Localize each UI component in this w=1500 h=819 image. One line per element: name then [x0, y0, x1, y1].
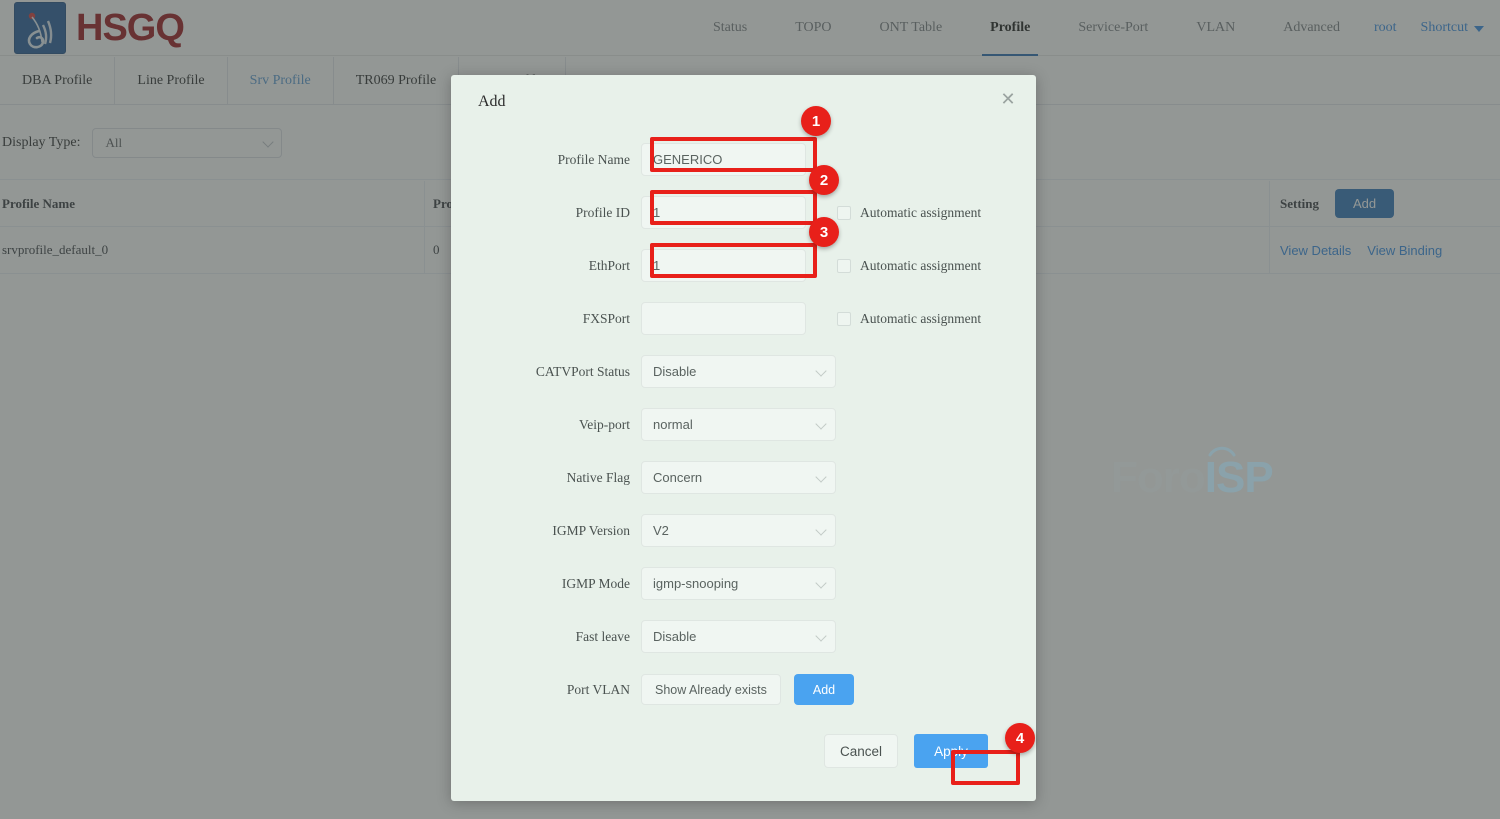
field-row-profile-id: Profile ID 1 Automatic assignment — [451, 186, 1036, 239]
label-fast-leave: Fast leave — [575, 628, 630, 644]
fxsport-input[interactable] — [641, 302, 806, 335]
ethport-input[interactable]: 1 — [641, 249, 806, 282]
port-vlan-add-button[interactable]: Add — [793, 674, 855, 705]
chevron-down-icon — [815, 577, 827, 589]
profile-id-input[interactable]: 1 — [641, 196, 806, 229]
label-igmp-mode: IGMP Mode — [561, 575, 630, 591]
checkbox-label: Automatic assignment — [860, 310, 982, 326]
field-row-veip-port: Veip-port normal — [451, 398, 1036, 451]
field-row-ethport: EthPort 1 Automatic assignment — [451, 239, 1036, 292]
label-fxsport: FXSPort — [582, 310, 630, 326]
igmp-version-value: V2 — [653, 523, 669, 538]
field-row-native-flag: Native Flag Concern — [451, 451, 1036, 504]
native-flag-value: Concern — [653, 470, 703, 485]
native-flag-select[interactable]: Concern — [641, 461, 836, 494]
field-row-fast-leave: Fast leave Disable — [451, 610, 1036, 663]
catvport-status-value: Disable — [653, 364, 697, 379]
chevron-down-icon — [815, 418, 827, 430]
catvport-status-select[interactable]: Disable — [641, 355, 836, 388]
checkbox-icon[interactable] — [837, 205, 851, 220]
field-row-igmp-mode: IGMP Mode igmp-snooping — [451, 557, 1036, 610]
veip-port-select[interactable]: normal — [641, 408, 836, 441]
label-igmp-version: IGMP Version — [552, 522, 630, 538]
field-row-profile-name: Profile Name GENERICO — [451, 133, 1036, 186]
apply-button[interactable]: Apply — [914, 734, 988, 768]
label-veip-port: Veip-port — [579, 416, 630, 432]
chevron-down-icon — [815, 365, 827, 377]
field-row-fxsport: FXSPort Automatic assignment — [451, 292, 1036, 345]
label-native-flag: Native Flag — [566, 469, 630, 485]
profile-name-input[interactable]: GENERICO — [641, 143, 806, 176]
field-row-igmp-version: IGMP Version V2 — [451, 504, 1036, 557]
ethport-auto-assign[interactable]: Automatic assignment — [837, 258, 981, 274]
chevron-down-icon — [815, 471, 827, 483]
label-profile-id: Profile ID — [575, 204, 630, 220]
chevron-down-icon — [815, 524, 827, 536]
igmp-version-select[interactable]: V2 — [641, 514, 836, 547]
checkbox-icon[interactable] — [837, 258, 851, 273]
checkbox-label: Automatic assignment — [860, 204, 982, 220]
label-profile-name: Profile Name — [557, 151, 630, 167]
chevron-down-icon — [815, 630, 827, 642]
add-srv-profile-dialog: Add ✕ ForoISP Profile Name GENERICO Prof… — [451, 75, 1274, 801]
igmp-mode-value: igmp-snooping — [653, 576, 739, 591]
fast-leave-select[interactable]: Disable — [641, 620, 836, 653]
label-catvport-status: CATVPort Status — [535, 363, 630, 379]
checkbox-label: Automatic assignment — [860, 257, 982, 273]
veip-port-value: normal — [653, 417, 693, 432]
fast-leave-value: Disable — [653, 629, 697, 644]
field-row-port-vlan: Port VLAN Show Already exists Add — [451, 663, 1036, 716]
show-already-exists-button[interactable]: Show Already exists — [641, 674, 781, 705]
checkbox-icon[interactable] — [837, 311, 851, 326]
profile-id-auto-assign[interactable]: Automatic assignment — [837, 205, 981, 221]
dialog-footer: Cancel Apply — [824, 734, 988, 768]
label-ethport: EthPort — [588, 257, 630, 273]
add-profile-form: Profile Name GENERICO Profile ID 1 Autom… — [451, 133, 1036, 716]
close-icon[interactable]: ✕ — [997, 89, 1019, 111]
igmp-mode-select[interactable]: igmp-snooping — [641, 567, 836, 600]
label-port-vlan: Port VLAN — [566, 681, 630, 697]
field-row-catvport-status: CATVPort Status Disable — [451, 345, 1036, 398]
dialog-title: Add — [478, 93, 506, 110]
fxsport-auto-assign[interactable]: Automatic assignment — [837, 311, 981, 327]
cancel-button[interactable]: Cancel — [824, 734, 898, 768]
